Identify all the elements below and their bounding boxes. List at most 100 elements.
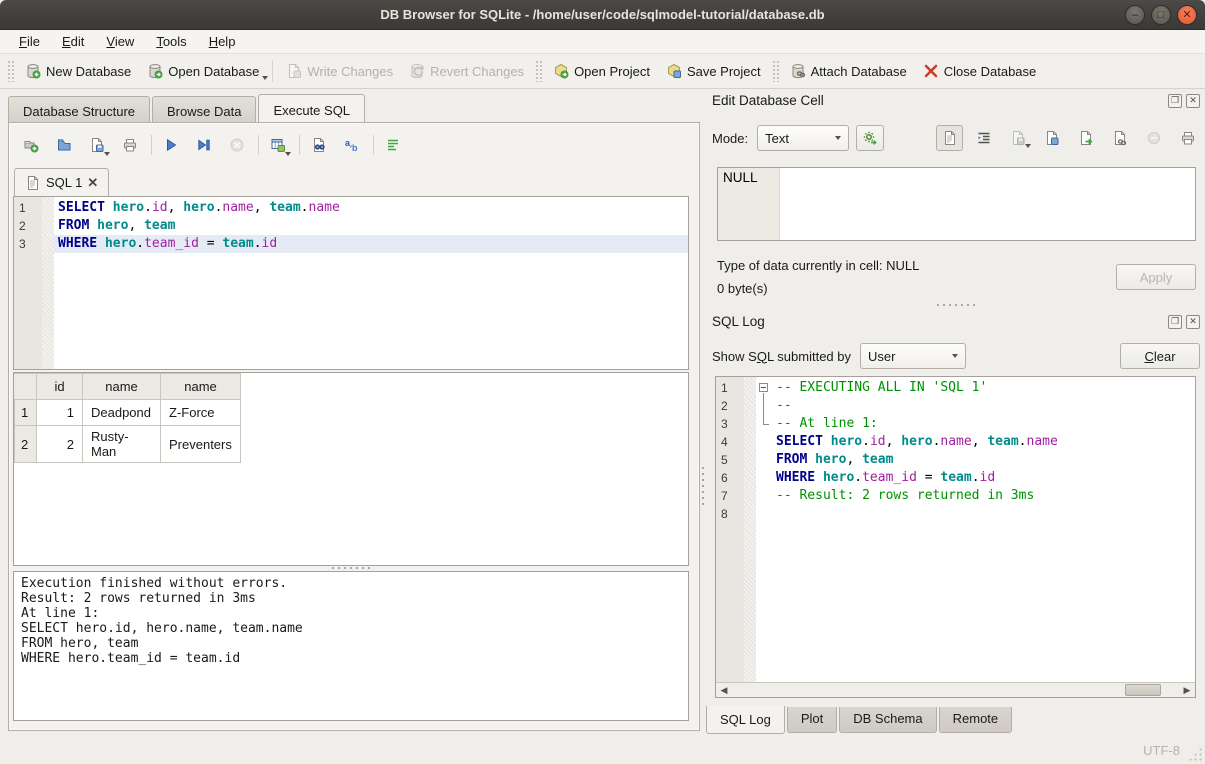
minimize-icon[interactable]: –	[1125, 5, 1145, 25]
toolbar-separator	[373, 135, 374, 155]
sql-editor[interactable]: 1SELECT hero.id, hero.name, team.name2FR…	[13, 196, 689, 370]
clear-log-button[interactable]: Clear	[1120, 343, 1200, 369]
tab-execute-sql[interactable]: Execute SQL	[258, 94, 365, 122]
sql-document-tab[interactable]: SQL 1 ✕	[14, 168, 109, 196]
find-replace-button[interactable]: ab	[339, 132, 365, 158]
table-cell[interactable]: Z-Force	[161, 400, 241, 426]
cell-apply-format-button[interactable]	[856, 125, 884, 151]
float-dock-icon[interactable]: ❐	[1168, 315, 1182, 329]
chevron-down-icon[interactable]	[104, 152, 110, 156]
column-header-id[interactable]: id	[37, 374, 83, 400]
titlebar[interactable]: DB Browser for SQLite - /home/user/code/…	[0, 0, 1205, 30]
close-dock-icon[interactable]: ✕	[1186, 315, 1200, 329]
execution-status-box: Execution finished without errors. Resul…	[13, 571, 689, 721]
stop-execution-button[interactable]	[224, 132, 250, 158]
table-cell[interactable]: Deadpond	[83, 400, 161, 426]
save-project-button[interactable]: Save Project	[658, 59, 769, 83]
chevron-down-icon[interactable]	[285, 152, 291, 156]
scroll-right-icon[interactable]: ▶	[1179, 683, 1195, 697]
find-in-sql-button[interactable]	[306, 132, 332, 158]
float-dock-icon[interactable]: ❐	[1168, 94, 1182, 108]
bottom-tab-plot[interactable]: Plot	[787, 707, 837, 733]
row-header[interactable]: 1	[15, 400, 37, 426]
cell-text-view-button[interactable]	[936, 125, 963, 151]
print-sql-button[interactable]	[117, 132, 143, 158]
menu-view[interactable]: View	[97, 32, 143, 51]
execute-all-button[interactable]	[158, 132, 184, 158]
revert-changes-button[interactable]: Revert Changes	[401, 59, 532, 83]
save-sql-file-button[interactable]	[84, 132, 110, 158]
menu-file[interactable]: File	[10, 32, 49, 51]
column-header-name[interactable]: name	[161, 374, 241, 400]
vertical-splitter[interactable]	[701, 465, 705, 505]
table-cell[interactable]: Preventers	[161, 426, 241, 463]
sql-log-view[interactable]: 1-- EXECUTING ALL IN 'SQL 1'2--3-- At li…	[715, 376, 1196, 698]
results-grid[interactable]: idnamename11DeadpondZ-Force22Rusty-ManPr…	[13, 372, 689, 566]
menu-edit[interactable]: Edit	[53, 32, 93, 51]
fold-box-icon[interactable]	[756, 379, 772, 397]
cell-copy-link-button[interactable]	[1106, 125, 1133, 151]
menu-tools[interactable]: Tools	[147, 32, 195, 51]
cell-word-wrap-button[interactable]	[970, 125, 997, 151]
svg-text:b: b	[352, 143, 358, 153]
sql-document-tabbar: SQL 1 ✕	[14, 168, 109, 196]
cell-print-button[interactable]	[1174, 125, 1201, 151]
cell-save-button[interactable]	[1004, 125, 1031, 151]
toggle-word-wrap-button[interactable]	[380, 132, 406, 158]
close-database-button[interactable]: Close Database	[915, 59, 1045, 83]
apply-button[interactable]: Apply	[1116, 264, 1196, 290]
table-cell[interactable]: 2	[37, 426, 83, 463]
close-database-label: Close Database	[944, 64, 1037, 79]
open-sql-file-button[interactable]	[51, 132, 77, 158]
toolbar-drag-handle[interactable]	[535, 60, 542, 82]
execute-line-button[interactable]	[191, 132, 217, 158]
fold-margin	[42, 199, 54, 217]
bottom-tab-sql-log[interactable]: SQL Log	[706, 706, 785, 734]
open-project-button[interactable]: Open Project	[545, 59, 658, 83]
dock-splitter[interactable]	[935, 303, 975, 307]
cell-content-null: NULL	[718, 168, 780, 240]
close-icon[interactable]: ✕	[1177, 5, 1197, 25]
close-sql-tab-icon[interactable]: ✕	[87, 175, 98, 191]
open-database-button[interactable]: Open Database	[139, 59, 267, 83]
code-text: -- At line 1:	[772, 415, 1195, 433]
toolbar-drag-handle[interactable]	[772, 60, 779, 82]
bottom-tab-db-schema[interactable]: DB Schema	[839, 707, 936, 733]
table-row[interactable]: 11DeadpondZ-Force	[15, 400, 241, 426]
close-dock-icon[interactable]: ✕	[1186, 94, 1200, 108]
toolbar-drag-handle[interactable]	[7, 60, 14, 82]
log-horizontal-scrollbar[interactable]: ◀ ▶	[716, 682, 1195, 697]
column-header-name[interactable]: name	[83, 374, 161, 400]
cell-set-null-button[interactable]	[1140, 125, 1167, 151]
code-text: --	[772, 397, 1195, 415]
line-number: 2	[716, 397, 744, 415]
scroll-left-icon[interactable]: ◀	[716, 683, 732, 697]
cell-import-button[interactable]	[1038, 125, 1065, 151]
new-database-button[interactable]: New Database	[17, 59, 139, 83]
table-cell[interactable]: 1	[37, 400, 83, 426]
bottom-tab-remote[interactable]: Remote	[939, 707, 1013, 733]
chevron-down-icon[interactable]	[1025, 144, 1031, 148]
write-changes-button[interactable]: Write Changes	[278, 59, 401, 83]
cell-mode-select[interactable]: Text	[757, 125, 849, 151]
cell-export-button[interactable]	[1072, 125, 1099, 151]
tab-browse-data[interactable]: Browse Data	[152, 96, 256, 122]
cell-word-wrap-icon	[976, 130, 992, 146]
maximize-icon[interactable]: □	[1151, 5, 1171, 25]
cell-editor-area[interactable]: NULL	[717, 167, 1196, 241]
new-sql-tab-button[interactable]	[18, 132, 44, 158]
scrollbar-thumb[interactable]	[1125, 684, 1161, 696]
tab-database-structure[interactable]: Database Structure	[8, 96, 150, 122]
row-header[interactable]: 2	[15, 426, 37, 463]
chevron-down-icon[interactable]	[262, 76, 268, 80]
resize-grip[interactable]	[1188, 747, 1202, 761]
corner-header[interactable]	[15, 374, 37, 400]
export-results-button[interactable]	[265, 132, 291, 158]
log-filter-select[interactable]: User	[860, 343, 966, 369]
table-cell[interactable]: Rusty-Man	[83, 426, 161, 463]
cell-editor-blank[interactable]	[780, 168, 1195, 240]
table-row[interactable]: 22Rusty-ManPreventers	[15, 426, 241, 463]
horizontal-splitter[interactable]	[330, 566, 370, 570]
attach-database-button[interactable]: Attach Database	[782, 59, 915, 83]
menu-help[interactable]: Help	[200, 32, 245, 51]
